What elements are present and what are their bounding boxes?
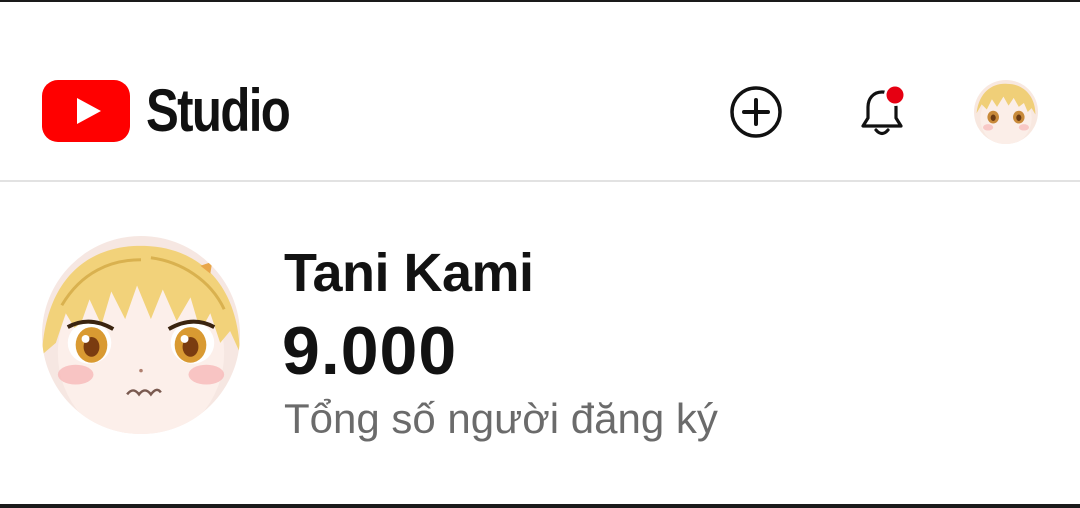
account-avatar[interactable] <box>974 80 1038 144</box>
channel-name: Tani Kami <box>284 243 534 303</box>
subscriber-count-label: Tổng số người đăng ký <box>284 395 718 442</box>
subscriber-count: 9.000 <box>282 313 458 389</box>
logo-text: Studio <box>146 77 291 144</box>
youtube-logo-icon <box>42 80 130 142</box>
create-icon <box>730 86 782 138</box>
notifications-button[interactable] <box>852 82 912 142</box>
notification-dot <box>886 86 904 104</box>
create-button[interactable] <box>726 82 786 142</box>
top-app-bar: Studio <box>0 2 1080 182</box>
studio-screen: Studio Tani Kami 9.000 Tổng số người đăn… <box>0 2 1080 504</box>
channel-avatar[interactable] <box>42 236 240 434</box>
youtube-studio-logo[interactable]: Studio <box>42 78 321 144</box>
bell-icon <box>861 84 906 136</box>
